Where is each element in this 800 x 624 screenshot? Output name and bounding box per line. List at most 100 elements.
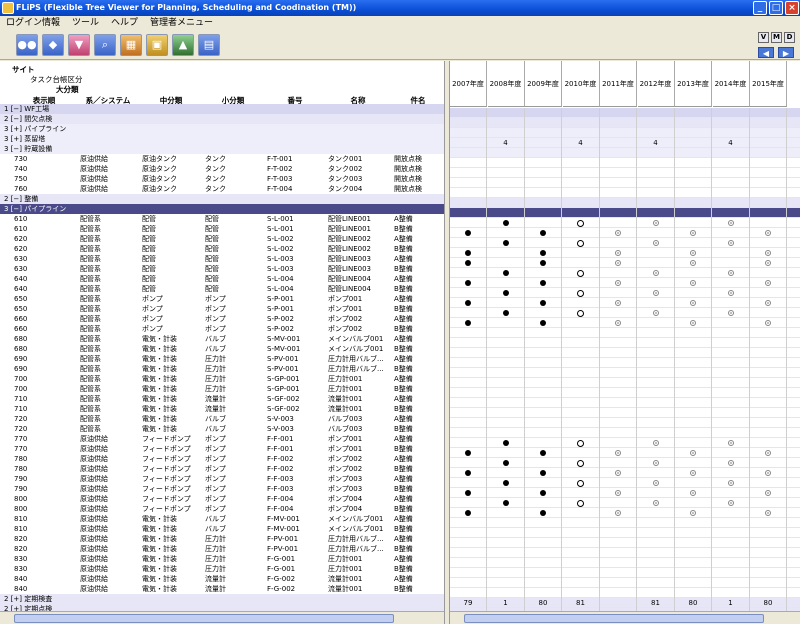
table-row[interactable]: 840 原油供給 電気・計装 流量計 F-G-002 流量計001 B整備 bbox=[0, 584, 444, 594]
schedule-cell[interactable] bbox=[488, 178, 525, 188]
schedule-cell[interactable]: 80 bbox=[675, 598, 712, 608]
schedule-cell[interactable] bbox=[450, 448, 487, 458]
schedule-cell[interactable] bbox=[525, 218, 562, 228]
schedule-cell[interactable] bbox=[563, 568, 600, 578]
schedule-cell[interactable] bbox=[638, 478, 675, 488]
schedule-cell[interactable] bbox=[713, 158, 750, 168]
schedule-cell[interactable] bbox=[488, 548, 525, 558]
schedule-cell[interactable] bbox=[525, 508, 562, 518]
schedule-cell[interactable] bbox=[638, 358, 675, 368]
schedule-cell[interactable] bbox=[675, 178, 712, 188]
schedule-cell[interactable] bbox=[638, 518, 675, 528]
schedule-cell[interactable] bbox=[638, 328, 675, 338]
schedule-cell[interactable] bbox=[675, 348, 712, 358]
schedule-cell[interactable] bbox=[600, 138, 637, 148]
schedule-cell[interactable] bbox=[600, 378, 637, 388]
schedule-cell[interactable] bbox=[750, 538, 787, 548]
schedule-cell[interactable] bbox=[713, 218, 750, 228]
schedule-cell[interactable] bbox=[713, 308, 750, 318]
schedule-cell[interactable] bbox=[713, 148, 750, 158]
schedule-cell[interactable] bbox=[563, 458, 600, 468]
schedule-cell[interactable] bbox=[525, 188, 562, 198]
schedule-cell[interactable] bbox=[563, 388, 600, 398]
schedule-cell[interactable] bbox=[600, 358, 637, 368]
schedule-cell[interactable] bbox=[525, 208, 562, 218]
schedule-cell[interactable] bbox=[450, 258, 487, 268]
schedule-cell[interactable] bbox=[600, 508, 637, 518]
schedule-cell[interactable] bbox=[563, 268, 600, 278]
schedule-cell[interactable] bbox=[450, 368, 487, 378]
schedule-cell[interactable] bbox=[750, 168, 787, 178]
schedule-cell[interactable] bbox=[750, 118, 787, 128]
schedule-cell[interactable] bbox=[488, 258, 525, 268]
schedule-cell[interactable] bbox=[488, 408, 525, 418]
schedule-cell[interactable] bbox=[600, 478, 637, 488]
group-row[interactable]: 2 [−] 間欠点検 bbox=[0, 114, 444, 124]
table-row[interactable]: 800 原油供給 フィードポンプ ポンプ F-F-004 ポンプ004 A整備 bbox=[0, 494, 444, 504]
schedule-cell[interactable] bbox=[600, 288, 637, 298]
table-row[interactable]: 630 配管系 配管 配管 S-L-003 配管LINE003 B整備 bbox=[0, 264, 444, 274]
schedule-cell[interactable] bbox=[600, 488, 637, 498]
schedule-cell[interactable] bbox=[600, 238, 637, 248]
schedule-cell[interactable] bbox=[750, 288, 787, 298]
schedule-cell[interactable] bbox=[713, 258, 750, 268]
schedule-cell[interactable] bbox=[713, 268, 750, 278]
schedule-cell[interactable] bbox=[638, 548, 675, 558]
schedule-cell[interactable] bbox=[713, 228, 750, 238]
schedule-cell[interactable] bbox=[750, 558, 787, 568]
schedule-cell[interactable] bbox=[488, 458, 525, 468]
schedule-cell[interactable] bbox=[600, 448, 637, 458]
schedule-cell[interactable] bbox=[525, 418, 562, 428]
schedule-cell[interactable] bbox=[563, 248, 600, 258]
schedule-cell[interactable] bbox=[600, 398, 637, 408]
schedule-cell[interactable] bbox=[750, 148, 787, 158]
table-row[interactable]: 640 配管系 配管 配管 S-L-004 配管LINE004 B整備 bbox=[0, 284, 444, 294]
schedule-cell[interactable] bbox=[713, 398, 750, 408]
schedule-cell[interactable] bbox=[525, 488, 562, 498]
table-row[interactable]: 770 原油供給 フィードポンプ ポンプ F-F-001 ポンプ001 A整備 bbox=[0, 434, 444, 444]
schedule-cell[interactable] bbox=[675, 458, 712, 468]
schedule-cell[interactable] bbox=[488, 198, 525, 208]
schedule-cell[interactable] bbox=[488, 478, 525, 488]
table-row[interactable]: 750 原油供給 原油タンク タンク F-T-003 タンク003 開放点検 bbox=[0, 174, 444, 184]
schedule-cell[interactable] bbox=[713, 208, 750, 218]
group-icon[interactable]: ◆ bbox=[42, 34, 64, 56]
scroll-thumb[interactable] bbox=[464, 614, 764, 623]
schedule-cell[interactable] bbox=[638, 528, 675, 538]
schedule-cell[interactable] bbox=[713, 188, 750, 198]
schedule-cell[interactable] bbox=[638, 298, 675, 308]
schedule-cell[interactable] bbox=[713, 528, 750, 538]
schedule-cell[interactable] bbox=[675, 288, 712, 298]
schedule-cell[interactable] bbox=[488, 578, 525, 588]
schedule-cell[interactable] bbox=[450, 538, 487, 548]
table-row[interactable]: 710 配管系 電気・計装 流量計 S-GF-002 流量計001 B整備 bbox=[0, 404, 444, 414]
schedule-cell[interactable]: 80 bbox=[750, 598, 787, 608]
schedule-cell[interactable] bbox=[600, 538, 637, 548]
schedule-cell[interactable] bbox=[675, 328, 712, 338]
schedule-cell[interactable] bbox=[525, 148, 562, 158]
schedule-cell[interactable] bbox=[713, 328, 750, 338]
filter-icon[interactable]: ▼ bbox=[68, 34, 90, 56]
schedule-cell[interactable] bbox=[638, 398, 675, 408]
schedule-cell[interactable] bbox=[450, 238, 487, 248]
schedule-cell[interactable] bbox=[488, 268, 525, 278]
schedule-cell[interactable] bbox=[450, 488, 487, 498]
schedule-cell[interactable] bbox=[713, 288, 750, 298]
schedule-cell[interactable] bbox=[675, 168, 712, 178]
schedule-cell[interactable] bbox=[488, 358, 525, 368]
schedule-cell[interactable] bbox=[488, 498, 525, 508]
schedule-cell[interactable] bbox=[713, 508, 750, 518]
table-row[interactable]: 780 原油供給 フィードポンプ ポンプ F-F-002 ポンプ002 A整備 bbox=[0, 454, 444, 464]
schedule-cell[interactable] bbox=[675, 568, 712, 578]
group-row[interactable]: 3 [−] 貯蔵設備 bbox=[0, 144, 444, 154]
schedule-cell[interactable] bbox=[675, 378, 712, 388]
arrow-left-icon[interactable]: ◀ bbox=[758, 47, 774, 58]
table-row[interactable]: 840 原油供給 電気・計装 流量計 F-G-002 流量計001 A整備 bbox=[0, 574, 444, 584]
schedule-cell[interactable] bbox=[525, 428, 562, 438]
schedule-cell[interactable] bbox=[450, 178, 487, 188]
schedule-cell[interactable] bbox=[638, 538, 675, 548]
schedule-cell[interactable] bbox=[563, 128, 600, 138]
schedule-cell[interactable] bbox=[675, 428, 712, 438]
schedule-cell[interactable] bbox=[563, 408, 600, 418]
schedule-cell[interactable] bbox=[675, 318, 712, 328]
